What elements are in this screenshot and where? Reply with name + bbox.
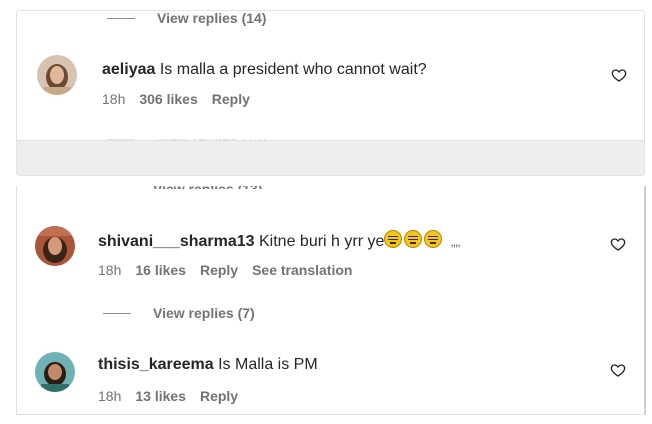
view-replies-label: View replies (13) (153, 186, 263, 197)
comment-card-bottom: View replies (13) shivani___sharma13 Kit… (16, 186, 646, 415)
avatar[interactable] (35, 352, 75, 392)
heart-icon[interactable] (610, 362, 626, 378)
comment-meta: 18h 306 likes Reply (102, 91, 250, 107)
comment-text-line: thisis_kareema Is Malla is PM (98, 356, 318, 374)
view-replies-button[interactable]: View replies (13) (103, 186, 263, 197)
view-replies-button[interactable]: View replies (14) (107, 10, 267, 26)
comment-likes[interactable]: 306 likes (139, 91, 197, 107)
comment-time: 18h (102, 91, 126, 107)
divider-line (103, 188, 131, 189)
comment-time: 18h (98, 388, 122, 404)
comment-text-line: shivani___sharma13 Kitne buri h yrr ye,,… (98, 230, 461, 251)
comment-time: 18h (98, 262, 122, 278)
comment-username[interactable]: aeliyaa (102, 61, 155, 78)
comment-username[interactable]: thisis_kareema (98, 356, 214, 373)
expressionless-emoji-icon (404, 230, 423, 248)
comment-username[interactable]: shivani___sharma13 (98, 233, 255, 250)
heart-icon[interactable] (610, 236, 626, 252)
view-replies-label: View replies (7) (153, 305, 255, 321)
comment-likes[interactable]: 13 likes (135, 388, 186, 404)
comment-card-top: View replies (14) aeliyaa Is malla a pre… (16, 10, 645, 176)
comment-body: Kitne buri h yrr ye (259, 233, 385, 250)
comment-body: Is Malla is PM (218, 356, 318, 373)
heart-icon[interactable] (611, 67, 627, 83)
reply-button[interactable]: Reply (212, 91, 250, 107)
view-replies-button[interactable]: View replies (7) (103, 305, 255, 321)
expressionless-emoji-icon (384, 230, 403, 248)
comment-likes[interactable]: 16 likes (135, 262, 186, 278)
comment-body: Is malla a president who cannot wait? (159, 61, 427, 78)
comment-meta: 18h 13 likes Reply (98, 388, 238, 404)
comment-text-line: aeliyaa Is malla a president who cannot … (102, 61, 427, 79)
expressionless-emoji-icon (424, 230, 443, 248)
divider-line (103, 312, 131, 314)
reply-button[interactable]: Reply (200, 262, 238, 278)
trailing-commas: ,,,, (450, 235, 460, 249)
reply-button[interactable]: Reply (200, 388, 238, 404)
comment-meta: 18h 16 likes Reply See translation (98, 262, 352, 278)
avatar[interactable] (37, 55, 77, 95)
avatar[interactable] (35, 226, 75, 266)
see-translation-button[interactable]: See translation (252, 262, 352, 278)
separator-band (17, 140, 644, 175)
view-replies-label: View replies (14) (157, 10, 267, 26)
divider-line (107, 17, 135, 19)
